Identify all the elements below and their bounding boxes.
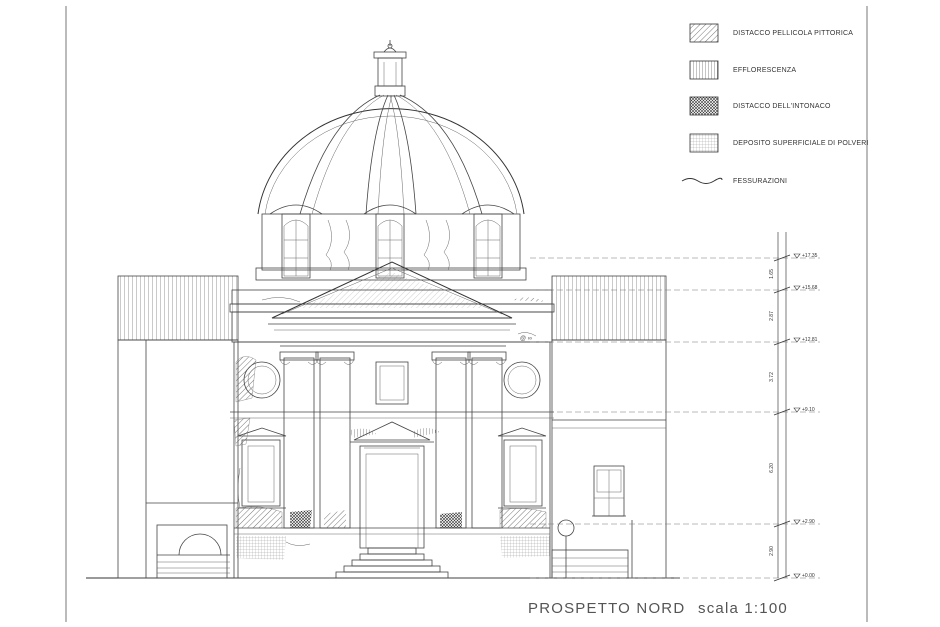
level-triangle-icon [793,407,801,413]
svg-text:@ ∞: @ ∞ [520,336,532,342]
elevation-label: +12.81 [802,337,818,343]
legend-item-intonaco: DISTACCO DELL'INTONACO [689,96,831,116]
legend-label: DEPOSITO SUPERFICIALE DI POLVERI [733,140,869,147]
fine-grid-swatch-icon [689,133,719,153]
vertical-hatch-swatch-icon [689,60,719,80]
legend-item-efflorescenza: EFFLORESCENZA [689,60,796,80]
drawing-scale: scala 1:100 [698,600,788,617]
cross-hatch-swatch-icon [689,96,719,116]
columns [279,345,507,529]
dimension-label: 3.72 [769,372,775,382]
dimension-label: 2.90 [769,546,775,556]
legend-item-fessurazioni: FESSURAZIONI [681,177,787,185]
wavy-line-icon [681,177,723,184]
level-triangle-icon [793,285,801,291]
diagonal-hatch-swatch-icon [689,23,719,43]
dome [255,40,527,281]
elevation-label: +9.10 [802,407,815,413]
right-side-building [551,275,667,579]
elevation-label: +17.35 [802,253,818,259]
drawing-title: PROSPETTO NORD [528,600,685,617]
level-triangle-icon [793,573,801,579]
level-triangle-icon [793,337,801,343]
level-triangle-icon [793,519,801,525]
elevation-label: +15.68 [802,285,818,291]
dimension-label: 1.65 [769,269,775,279]
dimension-label: 6.20 [769,463,775,473]
legend-label: FESSURAZIONI [733,178,787,185]
legend-label: DISTACCO PELLICOLA PITTORICA [733,30,853,37]
elevation-mark: +17.35 [530,253,820,262]
legend: DISTACCO PELLICOLA PITTORICA EFFLORESCEN… [681,23,869,185]
left-side-building [117,275,239,579]
elevation-label: +2.90 [802,519,815,525]
elevation-label: +0.00 [802,573,815,579]
elevation-mark: +0.00 [530,573,820,582]
dimension-labels: 1.65 2.87 3.72 6.20 2.90 [769,269,775,556]
legend-label: EFFLORESCENZA [733,67,796,74]
legend-item-pellicola: DISTACCO PELLICOLA PITTORICA [689,23,853,43]
legend-item-polveri: DEPOSITO SUPERFICIALE DI POLVERI [689,133,869,153]
main-facade: @ ∞ [229,261,555,579]
elevation-mark: +9.10 [530,407,820,416]
portal [350,421,434,549]
facade-elevation: @ ∞ +17.35 +15.68 +12.81 +9.10 +2.90 +0.00 1.… [65,6,869,622]
legend-label: DISTACCO DELL'INTONACO [733,103,831,110]
level-triangle-icon [793,253,801,259]
drawing-sheet: @ ∞ +17.35 +15.68 +12.81 +9.10 +2.90 +0.00 1.… [0,0,940,627]
dimension-chain [777,232,787,578]
dimension-label: 2.87 [769,311,775,321]
steps [335,547,449,579]
